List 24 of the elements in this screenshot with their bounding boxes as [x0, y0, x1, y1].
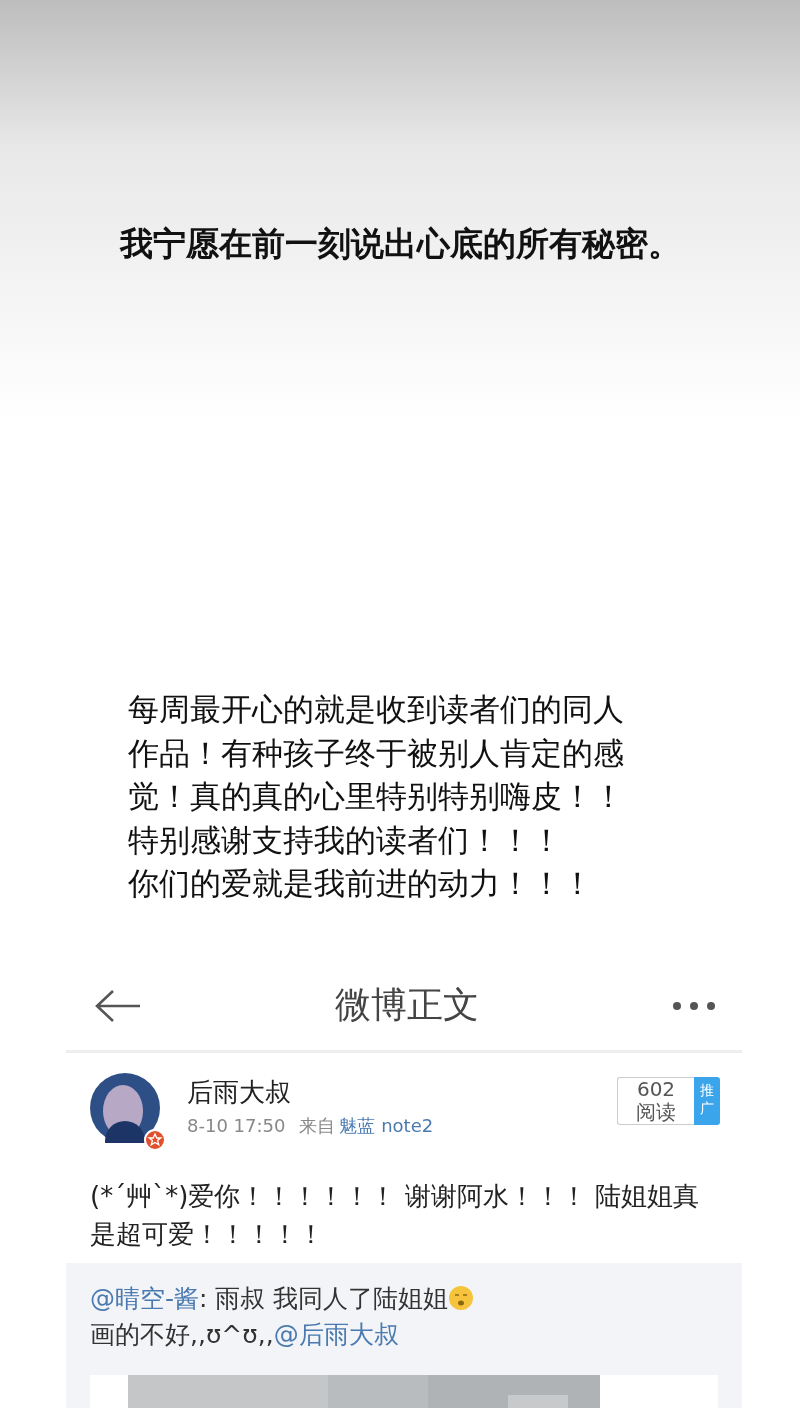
repost-text: : 雨叔 我同人了陆姐姐 — [199, 1283, 449, 1313]
post-time: 8-10 17:50 — [187, 1114, 286, 1136]
emoji-icon — [448, 1284, 475, 1311]
source-label: 来自 — [299, 1114, 336, 1136]
back-icon[interactable] — [94, 988, 142, 1023]
mention-link[interactable]: @晴空-酱 — [90, 1283, 200, 1313]
avatar[interactable] — [90, 1072, 160, 1143]
post-text: (*´艸`*)爱你！！！！！！ 谢谢阿水！！！ 陆姐姐真是超可爱！！！！！ — [89, 1179, 700, 1251]
page-title: 微博正文 — [335, 983, 479, 1027]
read-label: 阅读 — [636, 1100, 676, 1124]
more-icon[interactable] — [672, 1000, 716, 1011]
mention-link[interactable]: @后雨大叔 — [273, 1319, 399, 1349]
promote-button[interactable]: 推广 — [694, 1076, 720, 1125]
message-line: 每周最开心的就是收到读者们的同人 — [128, 690, 625, 729]
repost-text: 画的不好,,ʊ^ʊ,, — [90, 1319, 274, 1349]
message-line: 觉！真的真的心里特别特别嗨皮！！ — [128, 777, 625, 816]
message-line: 特别感谢支持我的读者们！！！ — [128, 820, 563, 860]
author-name[interactable]: 后雨大叔 — [187, 1074, 617, 1110]
source-link[interactable]: 魅蓝 note2 — [339, 1114, 434, 1136]
read-count: 602 — [636, 1077, 676, 1101]
verified-badge-icon — [144, 1128, 166, 1151]
message-line: 你们的爱就是我前进的动力！！！ — [128, 864, 594, 903]
message-line: 作品！有种孩子终于被别人肯定的感 — [128, 733, 625, 773]
caption-text: 我宁愿在前一刻说出心底的所有秘密。 — [118, 223, 682, 265]
